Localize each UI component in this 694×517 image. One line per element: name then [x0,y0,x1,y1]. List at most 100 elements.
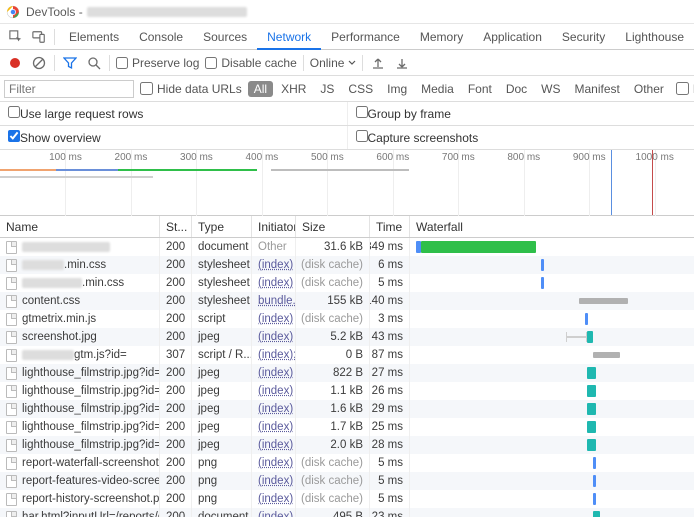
request-row[interactable]: lighthouse_filmstrip.jpg?id=2200jpeg(ind… [0,400,694,418]
col-type-header[interactable]: Type [192,216,252,237]
col-size-header[interactable]: Size [296,216,370,237]
tab-application[interactable]: Application [473,24,552,50]
request-row[interactable]: report-features-video-screensh...200png(… [0,472,694,490]
tab-sources[interactable]: Sources [193,24,257,50]
request-row[interactable]: lighthouse_filmstrip.jpg?id=4200jpeg(ind… [0,436,694,454]
col-waterfall-header[interactable]: Waterfall [410,216,694,237]
devtools-tabs: ElementsConsoleSourcesNetworkPerformance… [0,24,694,50]
filter-toggle-icon[interactable] [61,54,79,72]
timeline-tick: 400 ms [245,152,278,163]
show-overview-checkbox[interactable]: Show overview [8,130,101,145]
initiator-link[interactable]: (index) [258,259,293,271]
record-icon[interactable] [6,54,24,72]
request-row[interactable]: .min.css200stylesheet(index)(disk cache)… [0,256,694,274]
timeline-tick: 600 ms [376,152,409,163]
col-initiator-header[interactable]: Initiator [252,216,296,237]
disable-cache-checkbox[interactable]: Disable cache [205,56,296,70]
col-status-header[interactable]: St... [160,216,192,237]
request-row[interactable]: har.html?inputUrl=/reports/driv...200doc… [0,508,694,517]
request-row[interactable]: report-waterfall-screenshot.png200png(in… [0,454,694,472]
request-row[interactable]: screenshot.jpg200jpeg(index)5.2 kB43 ms [0,328,694,346]
initiator-link[interactable]: (index) [258,403,293,415]
initiator-link[interactable]: (index):28 [258,349,296,361]
filter-chip-xhr[interactable]: XHR [275,81,312,97]
request-row[interactable]: content.css200stylesheetbundle.j...155 k… [0,292,694,310]
preserve-log-checkbox[interactable]: Preserve log [116,56,199,70]
window-title: DevTools - [26,5,83,19]
title-blurred-text [87,7,247,17]
filter-chip-css[interactable]: CSS [342,81,379,97]
request-row[interactable]: .min.css200stylesheet(index)(disk cache)… [0,274,694,292]
initiator-link[interactable]: (index) [258,421,293,433]
initiator-link: Other [258,241,287,253]
initiator-link[interactable]: (index) [258,475,293,487]
filter-input[interactable] [4,80,134,98]
filter-chip-doc[interactable]: Doc [500,81,533,97]
request-row[interactable]: 200documentOther31.6 kB349 ms [0,238,694,256]
filter-chip-other[interactable]: Other [628,81,670,97]
initiator-link[interactable]: (index) [258,313,293,325]
devtools-logo-icon [6,5,20,19]
search-icon[interactable] [85,54,103,72]
options-row-1: Use large request rows Group by frame [0,102,694,126]
timeline-tick: 300 ms [180,152,213,163]
initiator-link[interactable]: (index) [258,439,293,451]
request-row[interactable]: lighthouse_filmstrip.jpg?id=3200jpeg(ind… [0,418,694,436]
chevron-down-icon [348,59,356,67]
tab-lighthouse[interactable]: Lighthouse [615,24,694,50]
timeline-tick: 800 ms [507,152,540,163]
tab-elements[interactable]: Elements [59,24,129,50]
window-titlebar: DevTools - [0,0,694,24]
network-grid-header: Name St... Type Initiator Size Time Wate… [0,216,694,238]
inspect-element-icon[interactable] [4,25,27,49]
clear-icon[interactable] [30,54,48,72]
initiator-link[interactable]: (index) [258,331,293,343]
filter-chip-font[interactable]: Font [462,81,498,97]
throttling-select[interactable]: Online [310,56,357,70]
has-blocked-cookies-checkbox[interactable]: Has blocked cookies [676,82,694,96]
initiator-link[interactable]: (index) [258,385,293,397]
initiator-link[interactable]: (index) [258,493,293,505]
filter-chip-manifest[interactable]: Manifest [569,81,626,97]
request-row[interactable]: gtmetrix.min.js200script(index)(disk cac… [0,310,694,328]
tab-memory[interactable]: Memory [410,24,473,50]
group-by-frame-checkbox[interactable]: Group by frame [356,106,451,121]
filter-chip-media[interactable]: Media [415,81,460,97]
hide-data-urls-checkbox[interactable]: Hide data URLs [140,82,242,96]
capture-screenshots-checkbox[interactable]: Capture screenshots [356,130,479,145]
initiator-link[interactable]: (index) [258,457,293,469]
filter-chip-js[interactable]: JS [314,81,340,97]
request-row[interactable]: lighthouse_filmstrip.jpg?id=1200jpeg(ind… [0,382,694,400]
filter-chip-ws[interactable]: WS [535,81,566,97]
network-grid-body[interactable]: 200documentOther31.6 kB349 ms.min.css200… [0,238,694,517]
options-row-2: Show overview Capture screenshots [0,126,694,150]
upload-har-icon[interactable] [369,54,387,72]
initiator-link[interactable]: (index) [258,367,293,379]
timeline-tick: 1000 ms [636,152,674,163]
timeline-overview[interactable]: 100 ms 200 ms 300 ms 400 ms 500 ms 600 ms 700 … [0,150,694,216]
timeline-tick: 100 ms [49,152,82,163]
tab-console[interactable]: Console [129,24,193,50]
timeline-tick: 500 ms [311,152,344,163]
initiator-link[interactable]: (index) [258,277,293,289]
tab-network[interactable]: Network [257,24,321,50]
col-time-header[interactable]: Time [370,216,410,237]
filter-chip-all[interactable]: All [248,81,273,97]
tab-security[interactable]: Security [552,24,615,50]
download-har-icon[interactable] [393,54,411,72]
request-row[interactable]: gtm.js?id=307script / R...(index):280 B8… [0,346,694,364]
device-toggle-icon[interactable] [27,25,50,49]
request-row[interactable]: report-history-screenshot.png200png(inde… [0,490,694,508]
network-toolbar: Preserve log Disable cache Online [0,50,694,76]
filter-chip-img[interactable]: Img [381,81,413,97]
timeline-tick: 900 ms [573,152,606,163]
col-name-header[interactable]: Name [0,216,160,237]
timeline-tick: 700 ms [442,152,475,163]
initiator-link[interactable]: (index) [258,511,293,517]
initiator-link[interactable]: bundle.j... [258,295,296,307]
large-rows-checkbox[interactable]: Use large request rows [8,106,143,121]
request-row[interactable]: lighthouse_filmstrip.jpg?id=0200jpeg(ind… [0,364,694,382]
filter-bar: Hide data URLs AllXHRJSCSSImgMediaFontDo… [0,76,694,102]
timeline-tick: 200 ms [115,152,148,163]
tab-performance[interactable]: Performance [321,24,410,50]
